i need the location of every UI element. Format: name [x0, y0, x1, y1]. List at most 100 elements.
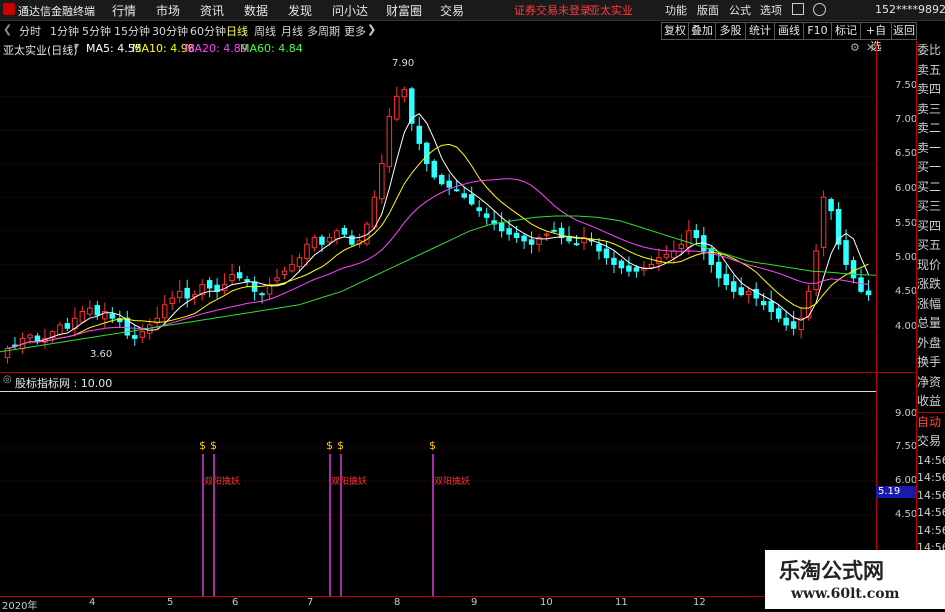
- sidebar-item: 14:56: [917, 488, 945, 502]
- menu-caifuquan[interactable]: 财富圈: [386, 2, 422, 19]
- period-15min[interactable]: 15分钟: [114, 23, 150, 39]
- candle-body: [87, 307, 93, 315]
- candle-body: [57, 324, 63, 335]
- period-5min[interactable]: 5分钟: [82, 23, 111, 39]
- stock-name-header: 亚太实业: [589, 4, 633, 17]
- menu-shuju[interactable]: 数据: [244, 2, 268, 19]
- x-tick: 11: [615, 597, 628, 608]
- settings-icon[interactable]: ⚙: [850, 41, 860, 54]
- candle-body: [139, 331, 146, 338]
- sidebar-item: 14:56: [917, 453, 945, 467]
- ma20-label: MA20: 4.89: [185, 42, 248, 55]
- period-1min[interactable]: 1分钟: [50, 23, 79, 39]
- y-tick: 7.50: [895, 80, 918, 91]
- candle-body: [274, 277, 280, 282]
- candle-body: [678, 243, 685, 249]
- indicator-title[interactable]: 股标指标网 : 10.00: [15, 375, 112, 391]
- menu-xuanxiang[interactable]: 选项: [760, 2, 782, 18]
- chevron-left-icon[interactable]: ❮: [3, 23, 12, 36]
- candle-body: [206, 280, 213, 289]
- candle-body: [506, 228, 512, 235]
- period-monthly[interactable]: 月线: [281, 23, 303, 39]
- period-daily[interactable]: 日线: [226, 23, 248, 39]
- candle-body: [745, 290, 752, 296]
- candle-body: [521, 235, 527, 242]
- sidebar-item: 卖二: [917, 121, 942, 135]
- menu-gongshi[interactable]: 公式: [729, 2, 751, 18]
- user-account[interactable]: 152****9892: [875, 3, 945, 16]
- candle-body: [461, 193, 467, 198]
- period-60min[interactable]: 60分钟: [190, 23, 226, 39]
- sidebar-item: 委比: [917, 43, 942, 57]
- candle-body: [820, 196, 827, 248]
- candle-body: [528, 239, 535, 245]
- close-icon[interactable]: ✕: [866, 41, 875, 54]
- candle-body: [723, 273, 730, 286]
- signal-label: 双阳擒妖: [331, 475, 367, 486]
- biaoji-button[interactable]: 标记: [831, 22, 861, 40]
- candle-body: [229, 274, 235, 282]
- y-tick: 5.00: [895, 252, 918, 263]
- candle-body: [858, 277, 864, 292]
- menu-jiaoyi[interactable]: 交易: [440, 2, 464, 19]
- candle-body: [394, 95, 400, 120]
- period-multi[interactable]: 多周期: [307, 23, 340, 39]
- duogu-button[interactable]: 多股: [715, 22, 746, 40]
- f10-button[interactable]: F10: [803, 22, 832, 40]
- candle-body: [768, 300, 774, 312]
- menu-shichang[interactable]: 市场: [156, 2, 180, 19]
- candle-body: [633, 267, 640, 272]
- menu-hangqing[interactable]: 行情: [112, 2, 136, 19]
- candle-body: [326, 237, 333, 243]
- dropdown-icon[interactable]: ▾: [74, 41, 79, 52]
- watermark-url: www.60lt.com: [791, 586, 900, 602]
- menu-zixun[interactable]: 资讯: [200, 2, 224, 19]
- menu-gongneng[interactable]: 功能: [665, 2, 687, 18]
- sidebar-item: 买四: [917, 218, 942, 233]
- indicator-chart[interactable]: $ $ 双阳擒妖 $ $ 双阳擒妖 $ 双阳擒妖: [0, 392, 880, 596]
- tongji-button[interactable]: 统计: [745, 22, 775, 40]
- sub-y-tick: 7.50: [895, 441, 918, 452]
- candle-body: [341, 227, 348, 235]
- menu-banmian[interactable]: 版面: [697, 2, 719, 18]
- sidebar-item: 卖五: [917, 62, 942, 77]
- add-watchlist-button[interactable]: +自选: [860, 22, 892, 53]
- candlestick-chart[interactable]: [0, 56, 880, 372]
- period-fenshi[interactable]: 分时: [19, 23, 41, 39]
- candle-body: [132, 335, 138, 339]
- login-warning[interactable]: 证券交易未登录: [514, 2, 591, 18]
- sidebar-item: 买二: [917, 179, 942, 194]
- sub-y-tick: 4.50: [895, 509, 918, 520]
- sidebar-item: 涨跌: [917, 277, 942, 291]
- chevron-right-icon[interactable]: ❯: [367, 23, 376, 36]
- candle-body: [379, 163, 385, 200]
- menu-wenxiaoda[interactable]: 问小达: [332, 2, 368, 19]
- window-icon[interactable]: [792, 3, 804, 15]
- collapse-icon[interactable]: ◎: [3, 374, 12, 385]
- period-weekly[interactable]: 周线: [254, 23, 276, 39]
- candle-body: [236, 272, 243, 279]
- sub-y-tick: 9.00: [895, 408, 918, 419]
- candle-body: [498, 222, 505, 232]
- candle-body: [289, 263, 295, 272]
- current-value-tag: 5.19: [876, 486, 916, 498]
- candle-body: [716, 261, 722, 279]
- huaxian-button[interactable]: 画线: [774, 22, 804, 40]
- back-button[interactable]: 返回: [891, 22, 917, 40]
- x-tick: 9: [471, 597, 478, 608]
- sidebar-item: 14:56: [917, 506, 945, 519]
- watermark-box: 乐淘公式网 www.60lt.com: [765, 550, 945, 609]
- sub-chart-header: ◎ 股标指标网 : 10.00: [0, 374, 880, 391]
- diejia-button[interactable]: 叠加: [688, 22, 716, 40]
- high-price-label: 7.90: [392, 58, 415, 69]
- period-more[interactable]: 更多: [344, 23, 366, 39]
- sidebar-item: 涨幅: [917, 296, 942, 311]
- candle-body: [416, 125, 423, 144]
- menu-faxian[interactable]: 发现: [288, 2, 312, 19]
- fuquan-button[interactable]: 复权: [661, 22, 689, 40]
- period-30min[interactable]: 30分钟: [152, 23, 188, 39]
- user-avatar-icon[interactable]: [813, 3, 826, 16]
- candle-body: [319, 236, 325, 245]
- candle-body: [334, 230, 340, 240]
- sidebar-item: 换手: [917, 355, 942, 369]
